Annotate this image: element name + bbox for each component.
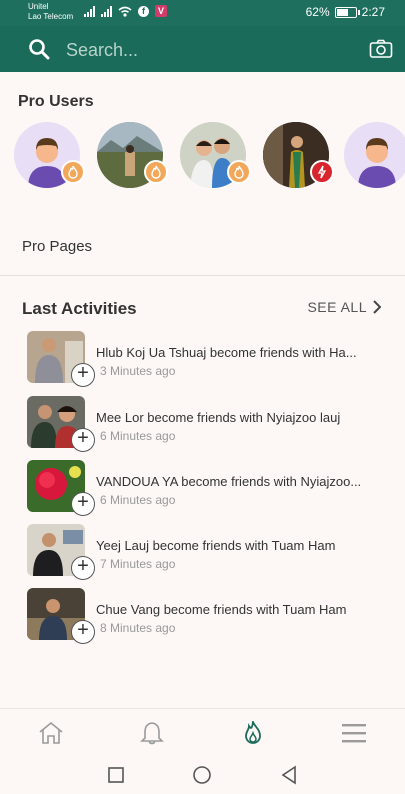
activity-time: 6 Minutes ago — [100, 429, 176, 443]
facebook-icon: f — [138, 5, 149, 17]
add-friend-icon[interactable]: + — [71, 428, 95, 452]
home-button-icon[interactable] — [192, 765, 212, 785]
activity-item[interactable]: + Mee Lor become friends with Nyiajzoo l… — [27, 396, 387, 452]
last-activities-title: Last Activities — [22, 299, 137, 318]
pro-user-avatar[interactable] — [344, 122, 405, 188]
back-icon[interactable] — [280, 765, 298, 785]
activity-text: Chue Vang become friends with Tuam Ham — [96, 602, 347, 617]
activity-text: Yeej Lauj become friends with Tuam Ham — [96, 538, 336, 553]
search-bar — [0, 26, 405, 72]
add-friend-icon[interactable]: + — [71, 620, 95, 644]
flame-badge-icon — [227, 160, 251, 184]
system-navigation-bar — [0, 756, 405, 794]
activity-item[interactable]: + VANDOUA YA become friends with Nyiajzo… — [27, 460, 387, 516]
signal-icon — [84, 5, 95, 17]
activity-text: Mee Lor become friends with Nyiajzoo lau… — [96, 410, 341, 425]
menu-icon[interactable] — [341, 721, 367, 745]
activity-item[interactable]: + Chue Vang become friends with Tuam Ham… — [27, 588, 387, 644]
pro-users-list — [14, 122, 405, 192]
pro-user-avatar[interactable] — [97, 122, 168, 188]
search-icon[interactable] — [28, 38, 50, 60]
activity-item[interactable]: + Hlub Koj Ua Tshuaj become friends with… — [27, 331, 387, 387]
add-friend-icon[interactable]: + — [71, 556, 95, 580]
battery-icon — [334, 6, 360, 18]
activity-text: VANDOUA YA become friends with Nyiajzoo.… — [96, 474, 362, 489]
flame-badge-icon — [144, 160, 168, 184]
activity-time: 3 Minutes ago — [100, 364, 176, 378]
pro-user-avatar[interactable] — [180, 122, 251, 188]
flame-badge-icon — [61, 160, 85, 184]
see-all-label: SEE ALL — [307, 299, 367, 315]
divider — [0, 275, 405, 276]
battery-percent: 62% — [305, 5, 330, 19]
chevron-right-icon — [373, 300, 381, 314]
viber-icon: V — [155, 5, 167, 17]
carrier-name-1: Unitel — [28, 2, 49, 11]
wifi-icon — [118, 6, 132, 17]
home-icon[interactable] — [38, 721, 64, 745]
pro-users-title: Pro Users — [18, 93, 94, 110]
pro-pages-label[interactable]: Pro Pages — [22, 238, 92, 255]
camera-icon[interactable] — [369, 39, 393, 59]
bell-icon[interactable] — [139, 721, 165, 745]
carrier-name-2: Lao Telecom — [28, 12, 74, 21]
bolt-badge-icon — [310, 160, 334, 184]
activity-text: Hlub Koj Ua Tshuaj become friends with H… — [96, 345, 357, 360]
activity-time: 7 Minutes ago — [100, 557, 176, 571]
recent-apps-icon[interactable] — [107, 766, 125, 784]
carrier-info: Unitel Lao Telecom — [28, 2, 73, 22]
see-all-button[interactable]: SEE ALL — [307, 299, 381, 315]
pro-user-avatar[interactable] — [14, 122, 85, 188]
activity-time: 6 Minutes ago — [100, 493, 176, 507]
clock: 2:27 — [361, 5, 385, 19]
person-icon — [358, 138, 396, 188]
add-friend-icon[interactable]: + — [71, 363, 95, 387]
pro-user-avatar[interactable] — [263, 122, 334, 188]
status-bar: Unitel Lao Telecom f V 62% 2:27 — [0, 0, 405, 26]
activity-time: 8 Minutes ago — [100, 621, 176, 635]
bottom-navigation — [0, 708, 405, 756]
activity-item[interactable]: + Yeej Lauj become friends with Tuam Ham… — [27, 524, 387, 580]
signal-icon-2 — [101, 5, 112, 17]
add-friend-icon[interactable]: + — [71, 492, 95, 516]
search-input[interactable] — [66, 37, 346, 63]
flame-icon[interactable] — [240, 721, 266, 745]
